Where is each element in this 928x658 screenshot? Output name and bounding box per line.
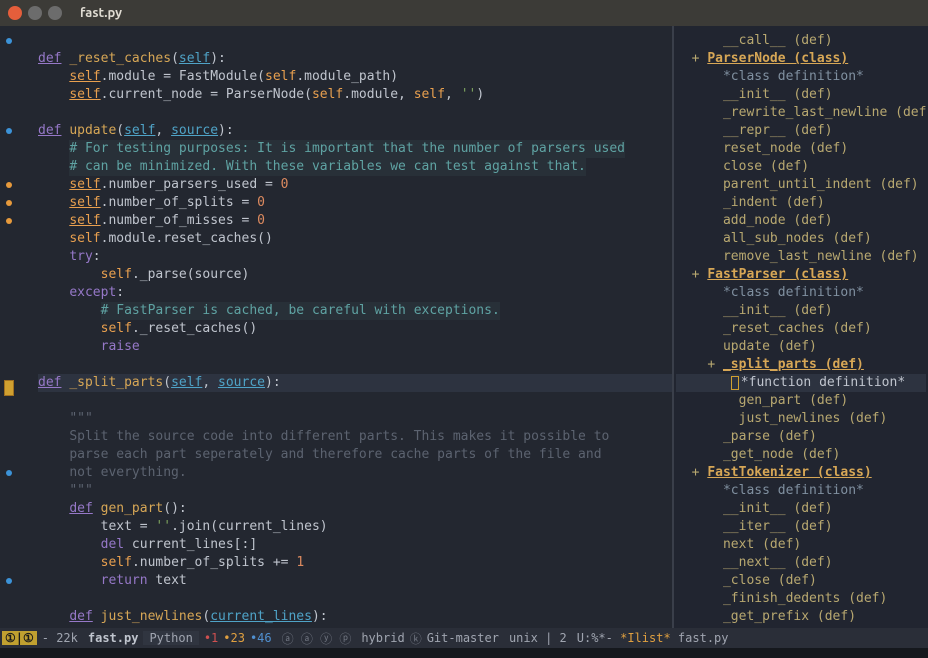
keyword-for: for (101, 627, 124, 628)
keyword-def: def (38, 51, 61, 66)
comment: # FastParser is cached, be careful with … (101, 302, 500, 320)
outline-item[interactable]: just_newlines (def) (676, 410, 926, 428)
current-line: def _split_parts(self, source): (38, 374, 672, 392)
outline-item[interactable]: __call__ (def) (676, 32, 926, 50)
status-hybrid: hybrid (356, 631, 409, 645)
outline-pane[interactable]: __call__ (def) + ParserNode (class) *cla… (672, 26, 928, 628)
flycheck-error[interactable]: •1 (199, 631, 223, 645)
close-icon[interactable] (8, 6, 22, 20)
status-filename: fast.py (83, 631, 144, 645)
status-indicator: ①|① (2, 631, 37, 645)
outline-item[interactable]: *class definition* (676, 284, 926, 302)
fringe-dot (6, 128, 12, 134)
function-name: _reset_caches (69, 51, 171, 66)
function-name: _split_parts (69, 375, 163, 390)
status-mode-k[interactable]: ⓚ (410, 630, 422, 647)
docstring: """ (69, 411, 92, 426)
outline-item[interactable]: _get_prefix (def) (676, 608, 926, 626)
window-title: fast.py (80, 6, 122, 20)
fringe-dot (6, 218, 12, 224)
function-name: update (69, 123, 116, 138)
outline-item[interactable]: *class definition* (676, 482, 926, 500)
outline-item[interactable]: reset_node (def) (676, 140, 926, 158)
outline-item[interactable]: __init__ (def) (676, 500, 926, 518)
fringe-dot (6, 38, 12, 44)
outline-item[interactable]: *function definition* (676, 374, 926, 392)
outline-item[interactable]: __repr__ (def) (676, 122, 926, 140)
outline-cursor (731, 376, 739, 390)
outline-item[interactable]: _indent (def) (676, 194, 926, 212)
flycheck-warning[interactable]: •23 (223, 631, 245, 645)
outline-item[interactable]: *class definition* (676, 68, 926, 86)
outline-item[interactable]: + _split_parts (def) (676, 356, 926, 374)
editor-pane[interactable]: def _reset_caches(self): self.module = F… (0, 26, 672, 628)
statusbar: ①|① - 22k fast.py Python •1 •23 •46 ⓐ ⓐ … (0, 628, 928, 648)
flycheck-info[interactable]: •46 (245, 631, 277, 645)
keyword-raise: raise (101, 339, 140, 354)
outline-item[interactable]: _close (def) (676, 572, 926, 590)
outline-item[interactable]: remove_last_newline (def) (676, 248, 926, 266)
keyword-try: try (69, 249, 92, 264)
status-encoding: unix | 2 (504, 631, 572, 645)
bottom-gap (0, 648, 928, 658)
function-name: gen_part (101, 501, 164, 516)
outline-item[interactable]: __init__ (def) (676, 86, 926, 104)
function-name: just_newlines (101, 609, 203, 624)
fringe-dot (6, 200, 12, 206)
fringe-dot (6, 470, 12, 476)
outline-item[interactable]: _rewrite_last_newline (def) (676, 104, 926, 122)
outline-item[interactable]: __init__ (def) (676, 302, 926, 320)
outline-item[interactable]: _parse (def) (676, 428, 926, 446)
outline-item[interactable]: update (def) (676, 338, 926, 356)
param: self (179, 51, 210, 66)
outline-item[interactable]: _get_node (def) (676, 446, 926, 464)
status-git-branch[interactable]: Git-master (422, 631, 504, 645)
outline-item[interactable]: parent_until_indent (def) (676, 176, 926, 194)
fringe-dot (6, 578, 12, 584)
outline-item[interactable]: _reset_caches (def) (676, 320, 926, 338)
maximize-icon[interactable] (48, 6, 62, 20)
gutter (0, 26, 24, 628)
outline-item[interactable]: all_sub_nodes (def) (676, 230, 926, 248)
self: self (69, 87, 100, 102)
keyword-del: del (101, 537, 124, 552)
outline-item[interactable]: + FastTokenizer (class) (676, 464, 926, 482)
keyword-return: return (101, 573, 148, 588)
comment: # can be minimized. With these variables… (69, 158, 586, 176)
minimize-icon[interactable] (28, 6, 42, 20)
self: self (69, 69, 100, 84)
status-size: - 22k (37, 631, 83, 645)
cursor-indicator (4, 380, 14, 396)
outline-item[interactable]: __iter__ (def) (676, 518, 926, 536)
outline-item[interactable]: close (def) (676, 158, 926, 176)
keyword-except: except (69, 285, 116, 300)
keyword-def: def (38, 123, 61, 138)
outline-item[interactable]: _finish_dedents (def) (676, 590, 926, 608)
outline-item[interactable]: gen_part (def) (676, 392, 926, 410)
outline-item[interactable]: + ParserNode (class) (676, 50, 926, 68)
fringe-dot (6, 182, 12, 188)
titlebar: fast.py (0, 0, 928, 26)
outline-item[interactable]: __next__ (def) (676, 554, 926, 572)
comment: # For testing purposes: It is important … (69, 140, 625, 158)
status-minor-modes[interactable]: ⓐ ⓐ ⓨ ⓟ (277, 630, 357, 647)
outline-item[interactable]: + FastParser (class) (676, 266, 926, 284)
outline-item[interactable]: next (def) (676, 536, 926, 554)
status-major-mode[interactable]: Python (143, 631, 198, 645)
code-area[interactable]: def _reset_caches(self): self.module = F… (0, 26, 672, 628)
outline-item[interactable]: add_node (def) (676, 212, 926, 230)
status-ilist-file: fast.py (678, 631, 729, 645)
